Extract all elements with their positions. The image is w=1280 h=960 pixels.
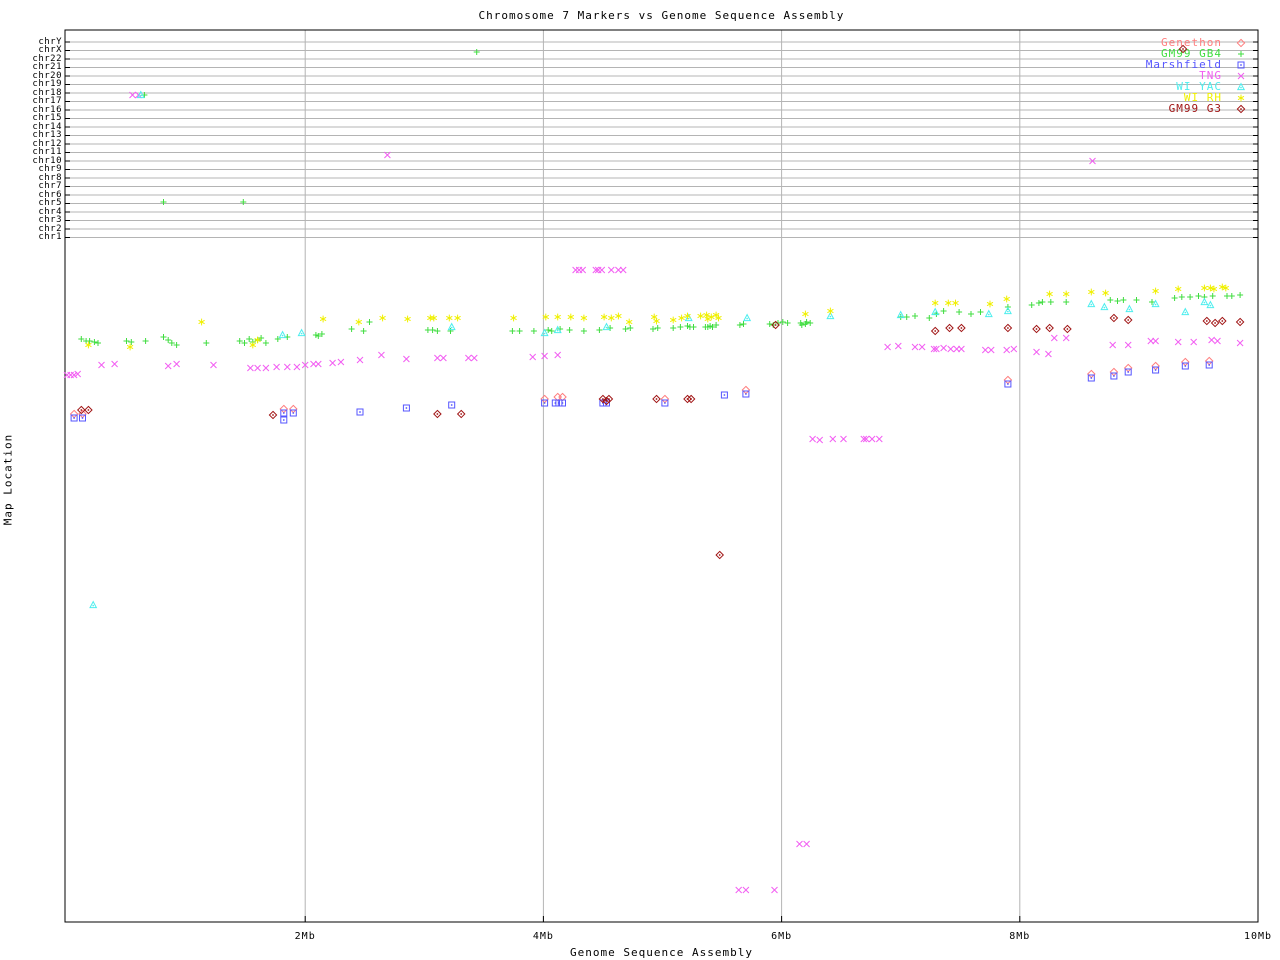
legend-label-marshfield: Marshfield — [1145, 58, 1222, 71]
plot-border — [64, 29, 1259, 923]
chart-title: Chromosome 7 Markers vs Genome Sequence … — [478, 9, 845, 22]
series-wirh — [84, 283, 1230, 351]
series-tng — [63, 91, 1244, 894]
x-tick-label-2Mb: 2Mb — [294, 931, 316, 942]
series-marshfield — [70, 361, 1213, 424]
plot-frame — [64, 29, 1259, 923]
x-tick-label-4Mb: 4Mb — [532, 931, 554, 942]
data-points-layer — [63, 44, 1245, 894]
series-genethon — [70, 356, 1214, 419]
legend-entry-gm99g3: GM99 G3 — [1128, 103, 1250, 114]
plot-grid — [64, 29, 1259, 923]
y-label-chr1: chr1 — [38, 232, 62, 242]
x-tick-label-10Mb: 10Mb — [1243, 931, 1273, 942]
x-tick-label-8Mb: 8Mb — [1009, 931, 1031, 942]
chart-page: Chromosome 7 Markers vs Genome Sequence … — [0, 0, 1280, 960]
y-axis-title: Map Location — [1, 433, 15, 526]
legend-entry-marshfield: Marshfield — [1128, 59, 1250, 70]
legend-marker-gm99g3-icon — [1236, 104, 1246, 113]
legend-label-gm99g3: GM99 G3 — [1168, 102, 1222, 115]
x-axis-title: Genome Sequence Assembly — [570, 946, 753, 959]
gridlines — [65, 30, 1258, 922]
series-gm99g3 — [77, 44, 1245, 560]
series-wiyac — [89, 91, 1215, 609]
x-tick-label-6Mb: 6Mb — [771, 931, 793, 942]
